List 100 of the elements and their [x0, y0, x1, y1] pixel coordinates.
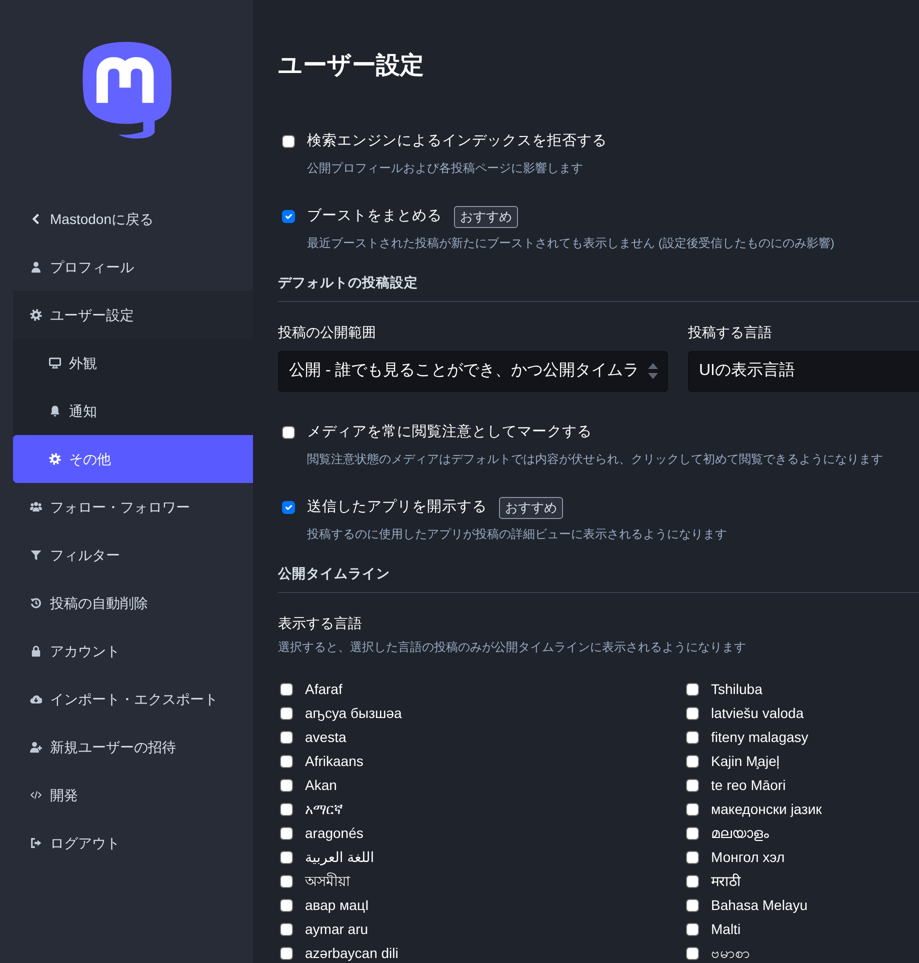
- settings-icon: [49, 453, 61, 465]
- sidebar-item[interactable]: ログアウト: [13, 819, 253, 867]
- checkbox[interactable]: [686, 731, 699, 744]
- checkbox[interactable]: [282, 135, 295, 148]
- sidebar-item[interactable]: その他: [13, 435, 253, 483]
- sidebar-item[interactable]: インポート・エクスポート: [13, 675, 253, 723]
- filter-icon: [30, 549, 42, 561]
- option-label: 送信したアプリを開示する: [307, 498, 487, 517]
- settings-icon: [30, 309, 42, 321]
- option-label: メディアを常に閲覧注意としてマークする: [307, 422, 592, 442]
- users-icon: [30, 501, 42, 513]
- checkbox[interactable]: [686, 683, 699, 696]
- checkbox[interactable]: [280, 851, 293, 864]
- code-icon: [30, 789, 42, 801]
- user-icon: [30, 261, 42, 273]
- option-label: 検索エンジンによるインデックスを拒否する: [307, 132, 607, 151]
- checkbox[interactable]: [280, 923, 293, 936]
- language-label: авар мацӀ: [305, 896, 369, 916]
- option-hint: 閲覧注意状態のメディアはデフォルトでは内容が伏せられ、クリックして初めて閲覧できるようになります: [307, 450, 884, 468]
- cloud-download-icon: [30, 693, 42, 705]
- field-label: 表示する言語: [278, 614, 363, 633]
- language-label: اللغة العربية: [305, 848, 374, 868]
- checkbox[interactable]: [280, 803, 293, 816]
- checkbox[interactable]: [280, 755, 293, 768]
- checkbox[interactable]: [686, 779, 699, 792]
- language-label: አማርኛ: [305, 800, 343, 820]
- checkbox[interactable]: [280, 731, 293, 744]
- sidebar-item[interactable]: 開発: [13, 771, 253, 819]
- checkbox[interactable]: [686, 899, 699, 912]
- checkbox[interactable]: [282, 426, 295, 440]
- language-label: Afrikaans: [305, 752, 364, 772]
- checkbox[interactable]: [686, 803, 699, 816]
- checkbox[interactable]: [686, 827, 699, 840]
- recommended-tag: おすすめ: [499, 496, 563, 519]
- language-label: Akan: [305, 776, 337, 796]
- checkbox[interactable]: [280, 875, 293, 888]
- sidebar-item[interactable]: 外観: [13, 339, 253, 387]
- language-label: Afaraf: [305, 680, 342, 700]
- checkbox[interactable]: [686, 755, 699, 768]
- updown-icon: [647, 362, 659, 380]
- page-title: ユーザー設定: [278, 52, 425, 81]
- sidebar-item[interactable]: 新規ユーザーの招待: [13, 723, 253, 771]
- sidebar-item[interactable]: フォロー・フォロワー: [13, 483, 253, 531]
- checkbox[interactable]: [280, 947, 293, 960]
- language-label: मराठी: [711, 872, 741, 892]
- language-label: fiteny malagasy: [711, 728, 808, 748]
- back-link[interactable]: Mastodonに戻る: [13, 195, 253, 243]
- monitor-icon: [49, 357, 61, 369]
- language-label: aragonés: [305, 824, 364, 844]
- language-label: azərbaycan dili: [305, 944, 398, 963]
- sidebar-item[interactable]: フィルター: [13, 531, 253, 579]
- history-icon: [30, 597, 42, 609]
- checkbox[interactable]: [686, 947, 699, 960]
- sidebar-item[interactable]: ユーザー設定: [13, 291, 253, 339]
- sign-out-icon: [30, 837, 42, 849]
- lock-icon: [30, 645, 42, 657]
- field-label: 投稿する言語: [688, 322, 773, 342]
- option-label: ブーストをまとめる: [307, 206, 442, 226]
- language-label: aymar aru: [305, 920, 368, 940]
- checkbox[interactable]: [686, 851, 699, 864]
- recommended-tag: おすすめ: [454, 206, 518, 228]
- language-label: অসমীয়া: [305, 872, 350, 892]
- language-label: te reo Māori: [711, 776, 786, 796]
- section-heading: 公開タイムライン: [278, 566, 390, 581]
- language-label: аҧсуа бызшәа: [305, 704, 402, 724]
- sidebar-item[interactable]: プロフィール: [13, 243, 253, 291]
- checkbox[interactable]: [280, 707, 293, 720]
- checkbox[interactable]: [280, 683, 293, 696]
- sidebar-item[interactable]: 通知: [13, 387, 253, 435]
- language-label: Kajin M̧ajeļ: [711, 752, 780, 772]
- checkbox[interactable]: [686, 875, 699, 888]
- sidebar-item[interactable]: 投稿の自動削除: [13, 579, 253, 627]
- checkbox[interactable]: [686, 707, 699, 720]
- language-label: latviešu valoda: [711, 704, 804, 724]
- option-hint: 公開プロフィールおよび各投稿ページに影響します: [307, 160, 584, 177]
- option-hint: 最近ブーストされた投稿が新たにブーストされても表示しません (設定後受信したものにのみ影響): [307, 234, 836, 252]
- select-field[interactable]: UIの表示言語: [688, 350, 919, 392]
- chevron-left-icon: [30, 213, 42, 225]
- checkbox[interactable]: [280, 827, 293, 840]
- checkbox[interactable]: [282, 501, 295, 514]
- language-label: македонски јазик: [711, 800, 822, 820]
- language-label: Tshiluba: [711, 680, 762, 700]
- checkbox[interactable]: [686, 923, 699, 936]
- option-hint: 投稿するのに使用したアプリが投稿の詳細ビューに表示されるようになります: [307, 526, 728, 543]
- language-label: Bahasa Melayu: [711, 896, 808, 916]
- checkbox[interactable]: [282, 210, 295, 224]
- select-field[interactable]: 公開 - 誰でも見ることができ、かつ公開タイムラ: [278, 350, 668, 392]
- field-label: 投稿の公開範囲: [278, 322, 377, 342]
- section-heading: デフォルトの投稿設定: [278, 274, 418, 290]
- field-hint: 選択すると、選択した言語の投稿のみが公開タイムラインに表示されるようになります: [278, 638, 747, 656]
- sidebar-item[interactable]: アカウント: [13, 627, 253, 675]
- bell-icon: [49, 405, 61, 417]
- user-plus-icon: [30, 741, 42, 753]
- checkbox[interactable]: [280, 779, 293, 792]
- checkbox[interactable]: [280, 899, 293, 912]
- language-label: മലയാളം: [711, 824, 769, 844]
- language-label: Монгол хэл: [711, 848, 785, 868]
- language-label: avesta: [305, 728, 346, 748]
- language-label: ဗမာစာ: [711, 944, 750, 963]
- language-label: Malti: [711, 920, 741, 940]
